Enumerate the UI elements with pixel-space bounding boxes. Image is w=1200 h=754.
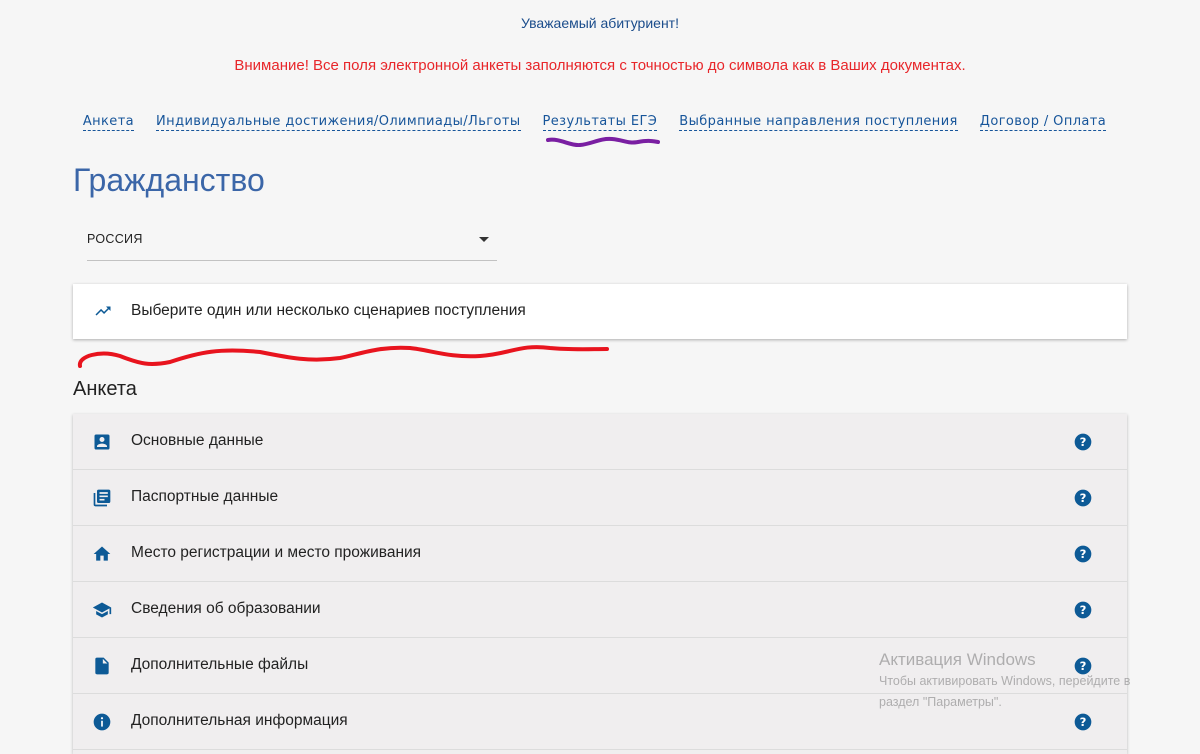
help-icon[interactable]: ? [1073, 544, 1093, 564]
warning-text: Внимание! Все поля электронной анкеты за… [234, 57, 966, 74]
citizenship-select[interactable]: РОССИЯ [87, 226, 497, 261]
svg-text:?: ? [1080, 659, 1087, 673]
list-item-label: Паспортные данные [131, 488, 279, 505]
scenario-card[interactable]: Выберите один или несколько сценариев по… [73, 284, 1127, 339]
list-item-basic-data[interactable]: Основные данные ? [73, 414, 1127, 470]
list-item-label: Дополнительные файлы [131, 656, 309, 673]
svg-text:?: ? [1080, 547, 1087, 561]
help-icon[interactable]: ? [1073, 488, 1093, 508]
chevron-down-icon [479, 237, 489, 242]
list-item-label: Место регистрации и место проживания [131, 544, 422, 561]
top-nav: Анкета Индивидуальные достижения/Олимпиа… [0, 114, 1200, 131]
account-box-icon [94, 434, 110, 450]
home-icon [93, 546, 111, 561]
purple-annotation-scribble [546, 136, 660, 148]
citizenship-selected-value: РОССИЯ [87, 232, 143, 246]
help-icon[interactable]: ? [1073, 432, 1093, 452]
list-item-label: Основные данные [131, 432, 264, 449]
help-icon[interactable]: ? [1073, 712, 1093, 732]
nav-item-directions[interactable]: Выбранные направления поступления [679, 114, 958, 131]
list-item-label: Дополнительная информация [131, 712, 348, 729]
citizenship-title: Гражданство [73, 162, 265, 198]
nav-item-achievements[interactable]: Индивидуальные достижения/Олимпиады/Льго… [156, 114, 521, 131]
list-item-additional-info[interactable]: Дополнительная информация ? [73, 694, 1127, 750]
svg-text:?: ? [1080, 603, 1087, 617]
anketa-title: Анкета [73, 378, 137, 400]
svg-text:?: ? [1080, 435, 1087, 449]
nav-item-contract[interactable]: Договор / Оплата [979, 114, 1107, 131]
nav-item-anketa[interactable]: Анкета [82, 114, 135, 131]
nav-item-ege-results[interactable]: Результаты ЕГЭ [542, 114, 658, 131]
info-icon [93, 713, 111, 731]
greeting-text: Уважаемый абитуриент! [521, 15, 679, 31]
anketa-list: Основные данные ? Паспортные данные ? Ме… [73, 414, 1127, 754]
svg-text:?: ? [1080, 491, 1087, 505]
list-item-label: Сведения об образовании [131, 600, 321, 617]
svg-text:?: ? [1080, 715, 1087, 729]
trending-up-icon [95, 306, 111, 316]
list-item-passport-data[interactable]: Паспортные данные ? [73, 470, 1127, 526]
help-icon[interactable]: ? [1073, 656, 1093, 676]
library-books-icon [93, 489, 111, 507]
help-icon[interactable]: ? [1073, 600, 1093, 620]
file-icon [95, 657, 109, 675]
red-annotation-scribble [78, 345, 609, 368]
school-icon [92, 602, 112, 618]
scenario-card-label: Выберите один или несколько сценариев по… [131, 302, 526, 319]
list-item-additional-files[interactable]: Дополнительные файлы ? [73, 638, 1127, 694]
list-item-address[interactable]: Место регистрации и место проживания ? [73, 526, 1127, 582]
list-item-education[interactable]: Сведения об образовании ? [73, 582, 1127, 638]
